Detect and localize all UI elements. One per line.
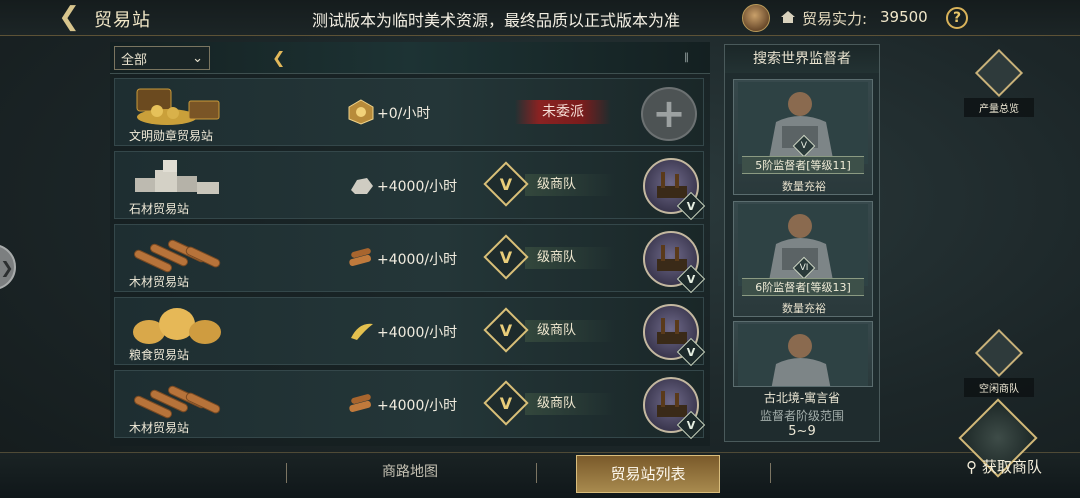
- idle-caravan-button[interactable]: 空闲商队: [964, 328, 1034, 397]
- caravan-grade-label: 级商队: [525, 247, 615, 269]
- wood-icon: [349, 248, 371, 267]
- overseer-card[interactable]: V 5阶监督者[等级11] 数量充裕: [733, 79, 873, 195]
- bottom-tab-bar: 商路地图 贸易站列表: [0, 452, 1080, 498]
- back-arrow-icon[interactable]: ❮: [52, 2, 86, 32]
- tab-route-map[interactable]: 商路地图: [330, 461, 490, 481]
- filter-bar: 全部 ⌄ ❮ ‖: [110, 42, 710, 74]
- add-caravan-button[interactable]: +: [641, 87, 697, 141]
- station-name: 粮食贸易站: [129, 348, 190, 362]
- overseer-level: 6阶监督者[等级13]: [742, 278, 864, 296]
- production-rate: +0/小时: [377, 106, 431, 122]
- production-rate: +4000/小时: [377, 252, 458, 268]
- avatar[interactable]: [742, 4, 770, 32]
- output-overview-button[interactable]: 产量总览: [964, 48, 1034, 117]
- divider: [286, 463, 287, 483]
- caravan-rank: V: [686, 345, 696, 359]
- overseer-quantity: 数量充裕: [782, 302, 826, 315]
- search-icon: ⚲: [966, 458, 978, 476]
- expand-left-tab[interactable]: ❯: [0, 244, 16, 290]
- trade-strength-label: 贸易实力:: [802, 10, 868, 28]
- overseer-quantity: 数量充裕: [782, 180, 826, 193]
- get-caravan-label: 获取商队: [981, 458, 1042, 476]
- overseer-card[interactable]: VI 6阶监督者[等级13] 数量充裕: [733, 201, 873, 317]
- caravan-rank-badge: V: [676, 191, 706, 221]
- caravan-rank: V: [686, 418, 696, 432]
- filter-dropdown[interactable]: 全部 ⌄: [114, 46, 210, 70]
- caravan-rank: V: [686, 272, 696, 286]
- caravan-rank-badge: V: [676, 264, 706, 294]
- divider: [536, 463, 537, 483]
- log-pile-icon: [133, 385, 221, 419]
- grade-value: V: [499, 247, 513, 267]
- grade-badge: V: [483, 307, 529, 353]
- grade-badge: V: [483, 380, 529, 426]
- overseer-region: 古北境-寓言省: [763, 391, 841, 405]
- grade-value: V: [499, 320, 513, 340]
- caravan-rank: V: [686, 199, 696, 213]
- production-rate: +4000/小时: [377, 398, 458, 414]
- help-button[interactable]: ?: [946, 7, 968, 29]
- camel-icon: [974, 328, 1024, 378]
- overseer-range-label: 监督者阶级范围: [759, 409, 844, 423]
- search-overseer-title[interactable]: 搜索世界监督者: [725, 45, 879, 73]
- production-rate: +4000/小时: [377, 179, 458, 195]
- caravan-rank-badge: V: [676, 410, 706, 440]
- top-bar: ❮ 贸易站 测试版本为临时美术资源，最终品质以正式版本为准 贸易实力: 3950…: [0, 0, 1080, 36]
- status-badge: 未委派: [515, 100, 611, 124]
- grain-sacks-icon: [133, 308, 221, 344]
- tab-station-list[interactable]: 贸易站列表: [576, 455, 720, 493]
- list-item[interactable]: 木材贸易站 +4000/小时 级商队 V V: [114, 224, 706, 294]
- house-icon: [781, 11, 795, 23]
- gold-bars-icon: [974, 48, 1024, 98]
- scroll-marker-icon: ‖: [684, 52, 689, 63]
- grade-badge: V: [483, 234, 529, 280]
- production-rate: +4000/小时: [377, 325, 458, 341]
- overseer-range: 5~9: [788, 424, 816, 439]
- chevron-down-icon: ⌄: [192, 50, 203, 66]
- station-name: 木材贸易站: [129, 421, 190, 435]
- stone-pile-icon: [135, 160, 219, 194]
- medal-icon: [348, 99, 374, 125]
- page-title: 贸易站: [94, 10, 151, 31]
- chevron-left-icon[interactable]: ❮: [272, 48, 286, 68]
- station-name: 石材贸易站: [129, 202, 190, 216]
- grade-value: V: [499, 174, 513, 194]
- overseer-panel: 搜索世界监督者 V 5阶监督者[等级11] 数量充裕 VI 6阶监督者[等级13…: [724, 44, 880, 442]
- test-version-notice: 测试版本为临时美术资源，最终品质以正式版本为准: [312, 11, 681, 30]
- overseer-rank: V: [800, 141, 808, 151]
- log-pile-icon: [133, 239, 221, 273]
- station-list-panel: 全部 ⌄ ❮ ‖ 文明勋章贸易站 +0/小时 未委派 + 石材贸易站 +4000…: [110, 42, 710, 446]
- trade-strength-value: 39500: [880, 8, 928, 26]
- filter-selected-value: 全部: [121, 52, 148, 68]
- overseer-level: 5阶监督者[等级11]: [742, 156, 864, 174]
- overseer-card[interactable]: [733, 321, 873, 387]
- grain-icon: [351, 323, 373, 340]
- warrior-portrait-icon: [738, 324, 868, 386]
- idle-caravan-label: 空闲商队: [964, 378, 1034, 397]
- list-item[interactable]: 文明勋章贸易站 +0/小时 未委派 +: [114, 78, 704, 146]
- list-item[interactable]: 粮食贸易站 +4000/小时 级商队 V V: [114, 297, 706, 367]
- output-overview-label: 产量总览: [964, 98, 1034, 117]
- station-name: 木材贸易站: [129, 275, 190, 289]
- caravan-grade-label: 级商队: [525, 320, 615, 342]
- grade-badge: V: [483, 161, 529, 207]
- medal-chest-icon: [136, 88, 220, 125]
- caravan-grade-label: 级商队: [525, 393, 615, 415]
- list-item[interactable]: 石材贸易站 +4000/小时 级商队 V V: [114, 151, 706, 221]
- wood-icon: [349, 394, 371, 413]
- get-caravan-button[interactable]: ⚲ 获取商队: [944, 456, 1064, 478]
- overseer-rank: VI: [799, 263, 809, 273]
- grade-value: V: [499, 393, 513, 413]
- caravan-rank-badge: V: [676, 337, 706, 367]
- stone-icon: [351, 178, 373, 194]
- station-name: 文明勋章贸易站: [129, 129, 214, 143]
- caravan-grade-label: 级商队: [525, 174, 615, 196]
- divider: [770, 463, 771, 483]
- list-item[interactable]: 木材贸易站 +4000/小时 级商队 V V: [114, 370, 706, 440]
